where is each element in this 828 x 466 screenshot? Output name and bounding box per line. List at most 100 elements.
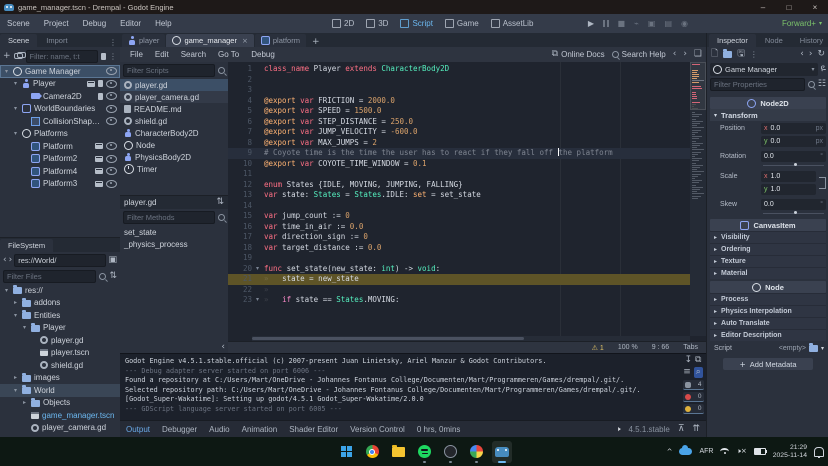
load-resource-icon[interactable] — [723, 51, 732, 58]
script-menu-search[interactable]: Search — [175, 50, 212, 59]
tree-node-platform[interactable]: Platform — [0, 140, 120, 153]
category-node[interactable]: Node — [710, 281, 826, 293]
close-button[interactable]: × — [802, 0, 828, 14]
errors-count-badge[interactable]: 0 — [683, 392, 704, 402]
value-skew[interactable]: 0.0° — [761, 199, 826, 210]
section-transform[interactable]: ▾Transform — [710, 109, 826, 121]
visibility-eye-icon[interactable] — [106, 155, 117, 163]
script-item-shield-gd[interactable]: shield.gd — [120, 115, 228, 127]
warnings-indicator[interactable]: ⚠1 — [592, 344, 604, 352]
bottom-tab-debugger[interactable]: Debugger — [162, 425, 197, 434]
menu-help[interactable]: Help — [148, 14, 178, 33]
resource-menu-icon[interactable]: ⋮ — [750, 50, 758, 59]
expand-arrow-icon[interactable]: ▸ — [12, 299, 19, 306]
workspace-tab-3d[interactable]: 3D — [360, 14, 394, 33]
zoom-level[interactable]: 100 % — [618, 344, 638, 352]
category-canvasitem[interactable]: CanvasItem — [710, 219, 826, 231]
search-help-button[interactable]: Search Help — [612, 50, 666, 59]
visibility-eye-icon[interactable] — [106, 80, 117, 88]
script-menu-file[interactable]: File — [124, 50, 149, 59]
script-item-player-gd[interactable]: player.gd — [120, 79, 228, 91]
current-script-row[interactable]: player.gd ⇅ — [120, 195, 228, 209]
expand-arrow-icon[interactable]: ▾ — [21, 324, 28, 331]
expand-panel-icon[interactable]: ⇈ — [692, 425, 700, 434]
scene-instance-icon[interactable] — [87, 81, 95, 87]
script-item-player-camera-gd[interactable]: player_camera.gd — [120, 91, 228, 103]
expand-arrow-icon[interactable]: ▸ — [21, 399, 28, 406]
taskbar-godot-icon[interactable] — [492, 441, 512, 463]
nav-forward-icon[interactable]: › — [9, 256, 13, 265]
value-position-y[interactable]: y0.0px — [761, 136, 826, 147]
panel-collapse-icon[interactable]: ‹ — [221, 342, 225, 352]
edit-forward-icon[interactable]: › — [809, 50, 813, 59]
method-item-_physics_process[interactable]: _physics_process — [120, 238, 228, 250]
visibility-eye-icon[interactable] — [106, 92, 117, 100]
volume-muted-icon[interactable]: 🕨× — [736, 447, 746, 456]
scene-instance-icon[interactable] — [95, 181, 103, 187]
fold-editor-description[interactable]: ▸Editor Description — [710, 329, 826, 341]
workspace-tab-assetlib[interactable]: AssetLib — [485, 14, 540, 33]
file-shield-gd[interactable]: shield.gd — [0, 359, 120, 372]
copy-log-icon[interactable]: ⧉ — [695, 356, 701, 365]
expand-arrow-icon[interactable]: ▾ — [12, 387, 19, 394]
tab-scene[interactable]: Scene — [0, 34, 37, 47]
file-player-tscn[interactable]: player.tscn — [0, 347, 120, 360]
fold-ordering[interactable]: ▸Ordering — [710, 243, 826, 255]
tab-inspector[interactable]: Inspector — [709, 34, 756, 47]
split-mode-icon[interactable]: ▣ — [108, 256, 117, 265]
float-panel-icon[interactable]: ❏ — [694, 50, 702, 59]
onedrive-icon[interactable] — [679, 448, 692, 455]
scene-instance-icon[interactable] — [95, 168, 103, 174]
script-badge-icon[interactable] — [98, 80, 103, 87]
tree-node-platform4[interactable]: Platform4 — [0, 165, 120, 178]
value-slider[interactable] — [761, 164, 826, 167]
taskbar-explorer-icon[interactable] — [388, 441, 408, 463]
file-world[interactable]: ▾World — [0, 384, 120, 397]
scene-tab-game_manager[interactable]: game_manager× — [166, 34, 253, 47]
workspace-tab-game[interactable]: Game — [439, 14, 485, 33]
filter-properties-input[interactable] — [710, 78, 805, 91]
tree-node-game-manager[interactable]: ▾Game Manager — [0, 65, 120, 78]
file-addons[interactable]: ▸addons — [0, 297, 120, 310]
history-forward-icon[interactable]: › — [683, 50, 687, 59]
add-node-button[interactable]: + — [3, 52, 11, 61]
fold-visibility[interactable]: ▸Visibility — [710, 231, 826, 243]
file-game-manager-tscn[interactable]: game_manager.tscn — [0, 409, 120, 422]
menu-debug[interactable]: Debug — [76, 14, 114, 33]
visibility-eye-icon[interactable] — [106, 142, 117, 150]
path-input[interactable] — [14, 254, 106, 267]
visibility-eye-icon[interactable] — [106, 117, 117, 125]
pin-icon[interactable]: ⊼ — [678, 425, 685, 434]
expand-arrow-icon[interactable]: ▾ — [12, 312, 19, 319]
script-menu-go-to[interactable]: Go To — [212, 50, 245, 59]
expand-arrow-icon[interactable]: ▸ — [12, 374, 19, 381]
expand-arrow-icon[interactable]: ▾ — [12, 105, 19, 112]
caret-position[interactable]: 9 : 66 — [652, 344, 670, 352]
minimize-button[interactable]: – — [750, 0, 776, 14]
menu-editor[interactable]: Editor — [113, 14, 148, 33]
fold-auto-translate[interactable]: ▸Auto Translate — [710, 317, 826, 329]
collapse-duplicates-icon[interactable]: ≡ — [683, 368, 691, 377]
filter-methods-input[interactable] — [123, 211, 215, 224]
value-slider[interactable] — [761, 212, 826, 215]
save-log-icon[interactable]: ↧ — [685, 356, 693, 365]
movie-maker-icon[interactable]: ◉ — [681, 20, 688, 28]
scene-tab-player[interactable]: player — [122, 34, 165, 47]
bottom-tab-animation[interactable]: Animation — [242, 425, 278, 434]
bottom-tab-version-control[interactable]: Version Control — [350, 425, 405, 434]
scene-tab-platform[interactable]: platform — [255, 34, 306, 47]
close-tab-icon[interactable]: × — [242, 37, 248, 45]
tree-node-platforms[interactable]: ▾Platforms — [0, 128, 120, 141]
tab-history[interactable]: History — [792, 34, 828, 47]
search-log-icon[interactable]: ⌕ — [694, 367, 703, 378]
taskbar-app-color-icon[interactable] — [466, 441, 486, 463]
tree-node-player[interactable]: ▾Player — [0, 78, 120, 91]
node-selector[interactable]: Game Manager ▾ — [710, 63, 818, 76]
online-docs-button[interactable]: ⧉Online Docs — [552, 50, 605, 59]
scene-instance-icon[interactable] — [95, 143, 103, 149]
instantiate-scene-icon[interactable] — [14, 53, 23, 59]
menu-project[interactable]: Project — [37, 14, 76, 33]
script-badge-icon[interactable] — [98, 93, 103, 100]
tab-node[interactable]: Node — [757, 34, 791, 47]
file-filter-input[interactable] — [3, 270, 96, 283]
